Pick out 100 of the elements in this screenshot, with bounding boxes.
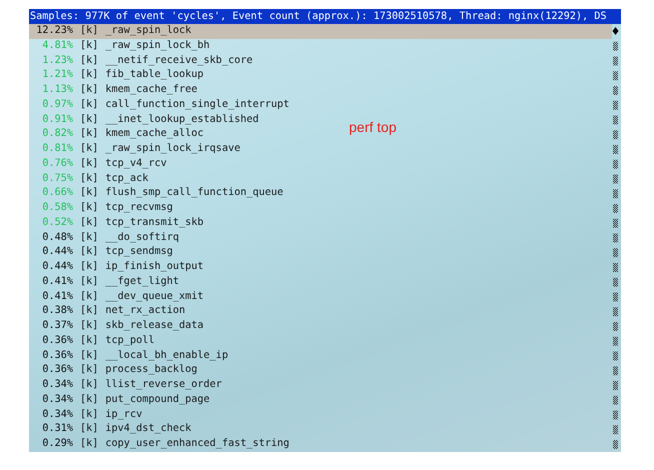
- mode-text: [k]: [80, 260, 98, 274]
- symbol-row[interactable]: 12.23% [k] _raw_spin_lock: [29, 24, 612, 39]
- percent-text: 0.75%: [41, 172, 73, 186]
- mode-text: [k]: [80, 112, 98, 126]
- symbol-row[interactable]: 0.76% [k] tcp_v4_rcv: [29, 156, 167, 172]
- percent-text: 0.91%: [41, 112, 73, 126]
- symbol-text: _raw_spin_lock_bh: [105, 38, 210, 53]
- percent-text: 4.81%: [41, 38, 73, 53]
- symbol-row[interactable]: 0.52% [k] tcp_transmit_skb: [29, 216, 204, 230]
- symbol-text: __fget_light: [105, 274, 180, 289]
- symbol-row[interactable]: 0.29% [k] copy_user_enhanced_fast_string: [29, 437, 290, 452]
- symbol-text: net_rx_action: [105, 304, 186, 318]
- symbol-row[interactable]: 0.58% [k] tcp_recvmsg: [29, 201, 173, 216]
- symbol-row[interactable]: 0.41% [k] __dev_queue_xmit: [29, 290, 204, 304]
- mode-text: [k]: [80, 142, 98, 156]
- symbol-text: __inet_lookup_established: [105, 112, 259, 126]
- percent-text: 0.38%: [41, 304, 73, 318]
- mode-text: [k]: [80, 156, 98, 171]
- symbol-row[interactable]: 0.48% [k] __do_softirq: [29, 230, 180, 246]
- mode-text: [k]: [80, 304, 98, 318]
- percent-text: 0.58%: [41, 201, 73, 215]
- symbol-row[interactable]: 0.41% [k] __fget_light: [29, 274, 180, 290]
- mode-text: [k]: [80, 378, 98, 392]
- symbol-row[interactable]: 0.44% [k] tcp_sendmsg: [29, 245, 173, 260]
- mode-text: [k]: [80, 216, 98, 230]
- symbol-row[interactable]: 0.37% [k] skb_release_data: [29, 319, 204, 334]
- mode-text: [k]: [80, 38, 98, 53]
- mode-text: [k]: [80, 201, 98, 215]
- header-text: Samples: 977K of event 'cycles', Event count (approx.): 173002510578, Thread: nginx(12292), DS: [30, 11, 607, 22]
- mode-text: [k]: [80, 245, 98, 260]
- percent-text: 0.36%: [41, 334, 73, 348]
- percent-text: 0.81%: [41, 142, 73, 156]
- mode-text: [k]: [80, 54, 98, 68]
- symbol-row[interactable]: 1.23% [k] __netif_receive_skb_core: [29, 54, 253, 68]
- percent-text: 0.97%: [41, 98, 73, 112]
- percent-text: 0.31%: [41, 422, 73, 436]
- mode-text: [k]: [80, 230, 98, 244]
- percent-text: 0.44%: [41, 260, 73, 274]
- symbol-row[interactable]: 0.66% [k] flush_smp_call_function_queue: [29, 186, 284, 201]
- percent-text: 0.82%: [41, 127, 73, 142]
- symbol-text: tcp_v4_rcv: [105, 156, 167, 171]
- symbol-row[interactable]: 0.34% [k] put_compound_page: [29, 392, 210, 408]
- symbol-row[interactable]: 1.21% [k] fib_table_lookup: [29, 68, 204, 83]
- symbol-text: tcp_recvmsg: [105, 201, 173, 215]
- symbol-text: process_backlog: [105, 363, 198, 378]
- mode-text: [k]: [80, 274, 98, 289]
- percent-text: 0.36%: [41, 363, 73, 378]
- percent-text: 12.23%: [35, 24, 73, 38]
- symbol-row[interactable]: 0.91% [k] __inet_lookup_established: [29, 112, 259, 128]
- symbol-text: _raw_spin_lock_irqsave: [105, 142, 240, 156]
- percent-text: 0.41%: [41, 290, 73, 304]
- mode-text: [k]: [80, 172, 98, 186]
- symbol-row[interactable]: 0.34% [k] ip_rcv: [29, 408, 142, 422]
- symbol-text: flush_smp_call_function_queue: [105, 186, 284, 200]
- symbol-row[interactable]: 0.34% [k] llist_reverse_order: [29, 378, 222, 393]
- percent-text: 0.36%: [41, 348, 73, 362]
- mode-text: [k]: [80, 363, 98, 378]
- mode-text: [k]: [80, 127, 98, 142]
- percent-text: 0.66%: [41, 186, 73, 200]
- symbol-text: __do_softirq: [105, 230, 180, 244]
- percent-text: 0.41%: [41, 274, 73, 289]
- symbol-row[interactable]: 0.38% [k] net_rx_action: [29, 304, 186, 319]
- percent-text: 0.34%: [41, 408, 73, 422]
- symbol-text: __dev_queue_xmit: [105, 290, 204, 304]
- mode-text: [k]: [80, 392, 98, 407]
- mode-text: [k]: [80, 319, 98, 333]
- mode-text: [k]: [80, 83, 98, 97]
- symbol-row[interactable]: 0.75% [k] tcp_ack: [29, 172, 148, 186]
- symbol-text: ip_rcv: [105, 408, 142, 422]
- percent-text: 0.48%: [41, 230, 73, 244]
- mode-text: [k]: [80, 422, 98, 436]
- symbol-text: ip_finish_output: [105, 260, 204, 274]
- percent-text: 0.37%: [41, 319, 73, 333]
- symbol-text: skb_release_data: [105, 319, 204, 333]
- symbol-row[interactable]: 0.36% [k] tcp_poll: [29, 334, 154, 348]
- symbol-row[interactable]: 4.81% [k] _raw_spin_lock_bh: [29, 38, 210, 54]
- symbol-row[interactable]: 0.82% [k] kmem_cache_alloc: [29, 127, 204, 142]
- symbol-text: ipv4_dst_check: [105, 422, 192, 436]
- symbol-text: tcp_transmit_skb: [105, 216, 204, 230]
- symbol-text: _raw_spin_lock: [105, 24, 192, 38]
- symbol-row[interactable]: 0.44% [k] ip_finish_output: [29, 260, 204, 275]
- symbol-row[interactable]: 0.97% [k] call_function_single_interrupt: [29, 98, 290, 112]
- percent-text: 0.52%: [41, 216, 73, 230]
- symbol-row[interactable]: 0.31% [k] ipv4_dst_check: [29, 422, 192, 437]
- symbol-text: __local_bh_enable_ip: [105, 348, 228, 362]
- symbol-row[interactable]: 1.13% [k] kmem_cache_free: [29, 83, 198, 98]
- symbol-text: kmem_cache_alloc: [105, 127, 204, 142]
- percent-text: 0.34%: [41, 378, 73, 392]
- symbol-text: __netif_receive_skb_core: [105, 54, 253, 68]
- annotation-label: perf top: [349, 120, 396, 135]
- percent-text: 1.23%: [41, 54, 73, 68]
- mode-text: [k]: [80, 408, 98, 422]
- percent-text: 1.13%: [41, 83, 73, 97]
- percent-text: 0.76%: [41, 156, 73, 171]
- mode-text: [k]: [80, 334, 98, 348]
- symbol-text: tcp_ack: [105, 172, 148, 186]
- symbol-row[interactable]: 0.36% [k] process_backlog: [29, 363, 198, 378]
- symbol-text: tcp_poll: [105, 334, 154, 348]
- symbol-row[interactable]: 0.36% [k] __local_bh_enable_ip: [29, 348, 228, 364]
- symbol-row[interactable]: 0.81% [k] _raw_spin_lock_irqsave: [29, 142, 240, 157]
